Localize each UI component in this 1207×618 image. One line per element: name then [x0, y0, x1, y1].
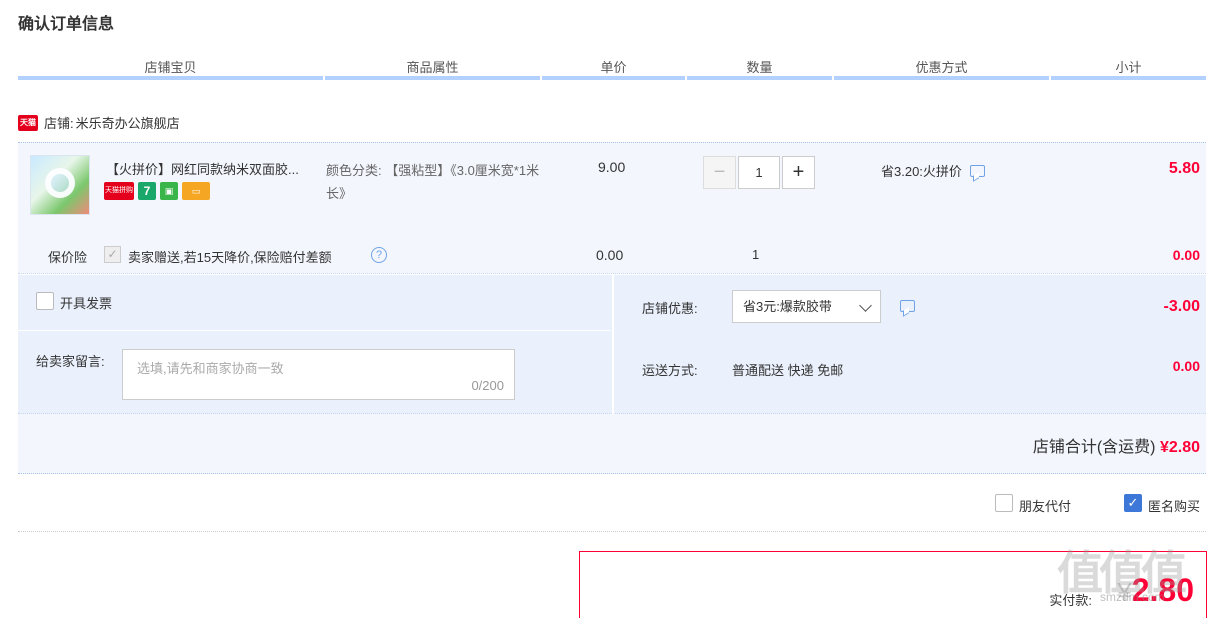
column-header-quantity: 数量 — [746, 60, 773, 75]
column-header-subtotal: 小计 — [1115, 60, 1142, 75]
seven-day-return-badge-icon[interactable]: 7 — [138, 182, 156, 200]
help-icon[interactable]: ? — [371, 247, 387, 263]
item-subtotal: 5.80 — [1168, 160, 1200, 177]
insurance-label: 保价险 — [48, 250, 88, 265]
shopping-bag-badge-icon[interactable]: ▣ — [160, 182, 178, 200]
column-bar — [687, 76, 832, 80]
insurance-price: 0.00 — [596, 247, 624, 263]
column-header-attributes: 商品属性 — [406, 60, 459, 75]
chevron-down-icon — [859, 299, 872, 312]
seller-message-input[interactable]: 选填,请先和商家协商一致 0/200 — [122, 349, 515, 400]
decrease-quantity-button[interactable]: − — [703, 156, 736, 189]
options-left: 开具发票 给卖家留言: 选填,请先和商家协商一致 0/200 — [18, 275, 611, 414]
insurance-subtotal: 0.00 — [1172, 247, 1200, 263]
shop-total-amount: ¥2.80 — [1159, 439, 1200, 456]
anonymous-purchase-checkbox[interactable]: ✓ — [1124, 494, 1142, 512]
column-header-discount: 优惠方式 — [915, 60, 968, 75]
friend-pay-label[interactable]: 朋友代付 — [1019, 496, 1071, 515]
shop-total-row: 店铺合计(含运费) ¥2.80 — [18, 414, 1206, 474]
message-label: 给卖家留言: — [36, 354, 105, 369]
shop-line: 天猫 店铺: 米乐奇办公旗舰店 — [18, 113, 180, 132]
column-bar — [542, 76, 685, 80]
product-attributes: 颜色分类: 【强粘型】《3.0厘米宽*1米长》 — [326, 163, 540, 201]
options-divider — [612, 275, 614, 414]
column-header-shop-items: 店铺宝贝 — [144, 60, 197, 75]
quantity-input[interactable]: 1 — [738, 156, 780, 189]
message-char-count: 0/200 — [471, 378, 504, 393]
message-placeholder: 选填,请先和商家协商一致 — [137, 361, 284, 376]
unit-price: 9.00 — [598, 159, 626, 175]
shipping-fee: 0.00 — [1172, 358, 1200, 374]
insurance-description: 卖家赠送,若15天降价,保险赔付差额 — [128, 250, 332, 265]
shop-total: 店铺合计(含运费) ¥2.80 — [1033, 433, 1200, 457]
shop-discount-select[interactable]: 省3元:爆款胶带 — [732, 290, 881, 323]
tmall-logo-icon: 天猫 — [18, 114, 38, 131]
anonymous-purchase-label[interactable]: 匿名购买 — [1148, 496, 1200, 515]
column-header-unit-price: 单价 — [600, 60, 627, 75]
column-bar — [1051, 76, 1206, 80]
column-bar — [834, 76, 1049, 80]
shop-discount-value: -3.00 — [1163, 298, 1200, 315]
column-header: 店铺宝贝 商品属性 单价 数量 优惠方式 小计 — [18, 57, 1206, 81]
service-badges: 天猫拼购 7 ▣ ▭ — [104, 182, 210, 200]
insurance-checkbox[interactable]: ✓ — [104, 246, 121, 263]
column-bar — [18, 76, 323, 80]
friend-pay-checkbox[interactable] — [995, 494, 1013, 512]
invoice-checkbox[interactable] — [36, 292, 54, 310]
extra-options: 朋友代付 ✓ 匿名购买 — [18, 490, 1206, 532]
shop-discount-label: 店铺优惠: — [642, 301, 698, 316]
shop-label: 店铺: — [44, 116, 74, 131]
promo-info: 省3.20:火拼价 — [881, 161, 985, 180]
credit-card-badge-icon[interactable]: ▭ — [182, 182, 210, 200]
product-thumbnail[interactable] — [30, 155, 90, 215]
tmall-pingou-badge-icon[interactable]: 天猫拼购 — [104, 182, 134, 200]
product-title[interactable]: 【火拼价】网红同款纳米双面胶... — [106, 159, 324, 178]
chat-icon[interactable] — [969, 164, 985, 177]
shop-name[interactable]: 米乐奇办公旗舰店 — [76, 113, 180, 132]
insurance-quantity: 1 — [752, 247, 760, 262]
invoice-label[interactable]: 开具发票 — [60, 293, 112, 312]
increase-quantity-button[interactable]: + — [782, 156, 815, 189]
promo-text: 省3.20:火拼价 — [881, 164, 962, 179]
page-title: 确认订单信息 — [18, 16, 115, 33]
order-item: 【火拼价】网红同款纳米双面胶... 天猫拼购 7 ▣ ▭ 颜色分类: 【强粘型】… — [18, 142, 1206, 274]
column-bar — [325, 76, 540, 80]
order-options: 开具发票 给卖家留言: 选填,请先和商家协商一致 0/200 店铺优惠: 省3元… — [18, 275, 1206, 414]
shipping-method: 普通配送 快递 免邮 — [732, 363, 844, 378]
shop-discount-selected: 省3元:爆款胶带 — [743, 299, 832, 314]
quantity-stepper: − 1 + — [703, 156, 815, 189]
shipping-label: 运送方式: — [642, 363, 698, 378]
shop-total-label: 店铺合计(含运费) — [1032, 439, 1156, 456]
watermark-url: smzdm.com — [1100, 590, 1165, 604]
chat-icon[interactable] — [900, 300, 915, 312]
